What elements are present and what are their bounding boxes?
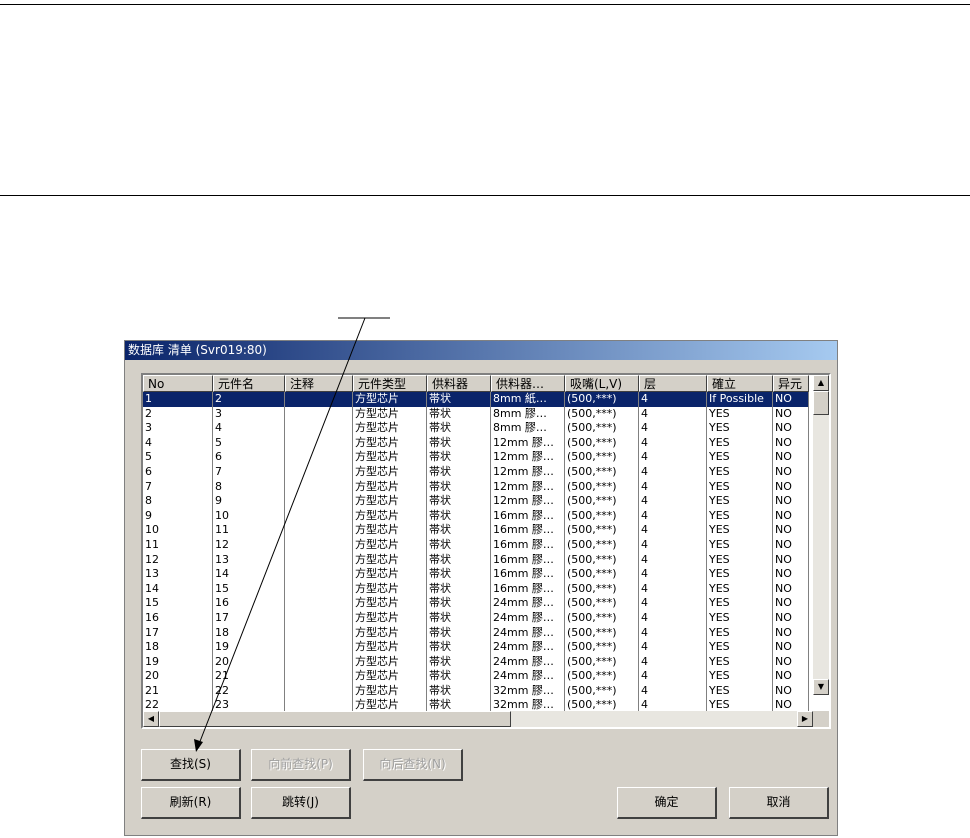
- callout-arrow-icon: [194, 317, 390, 752]
- callout-arrowhead: [194, 739, 203, 752]
- callout-arrow-line: [198, 317, 366, 745]
